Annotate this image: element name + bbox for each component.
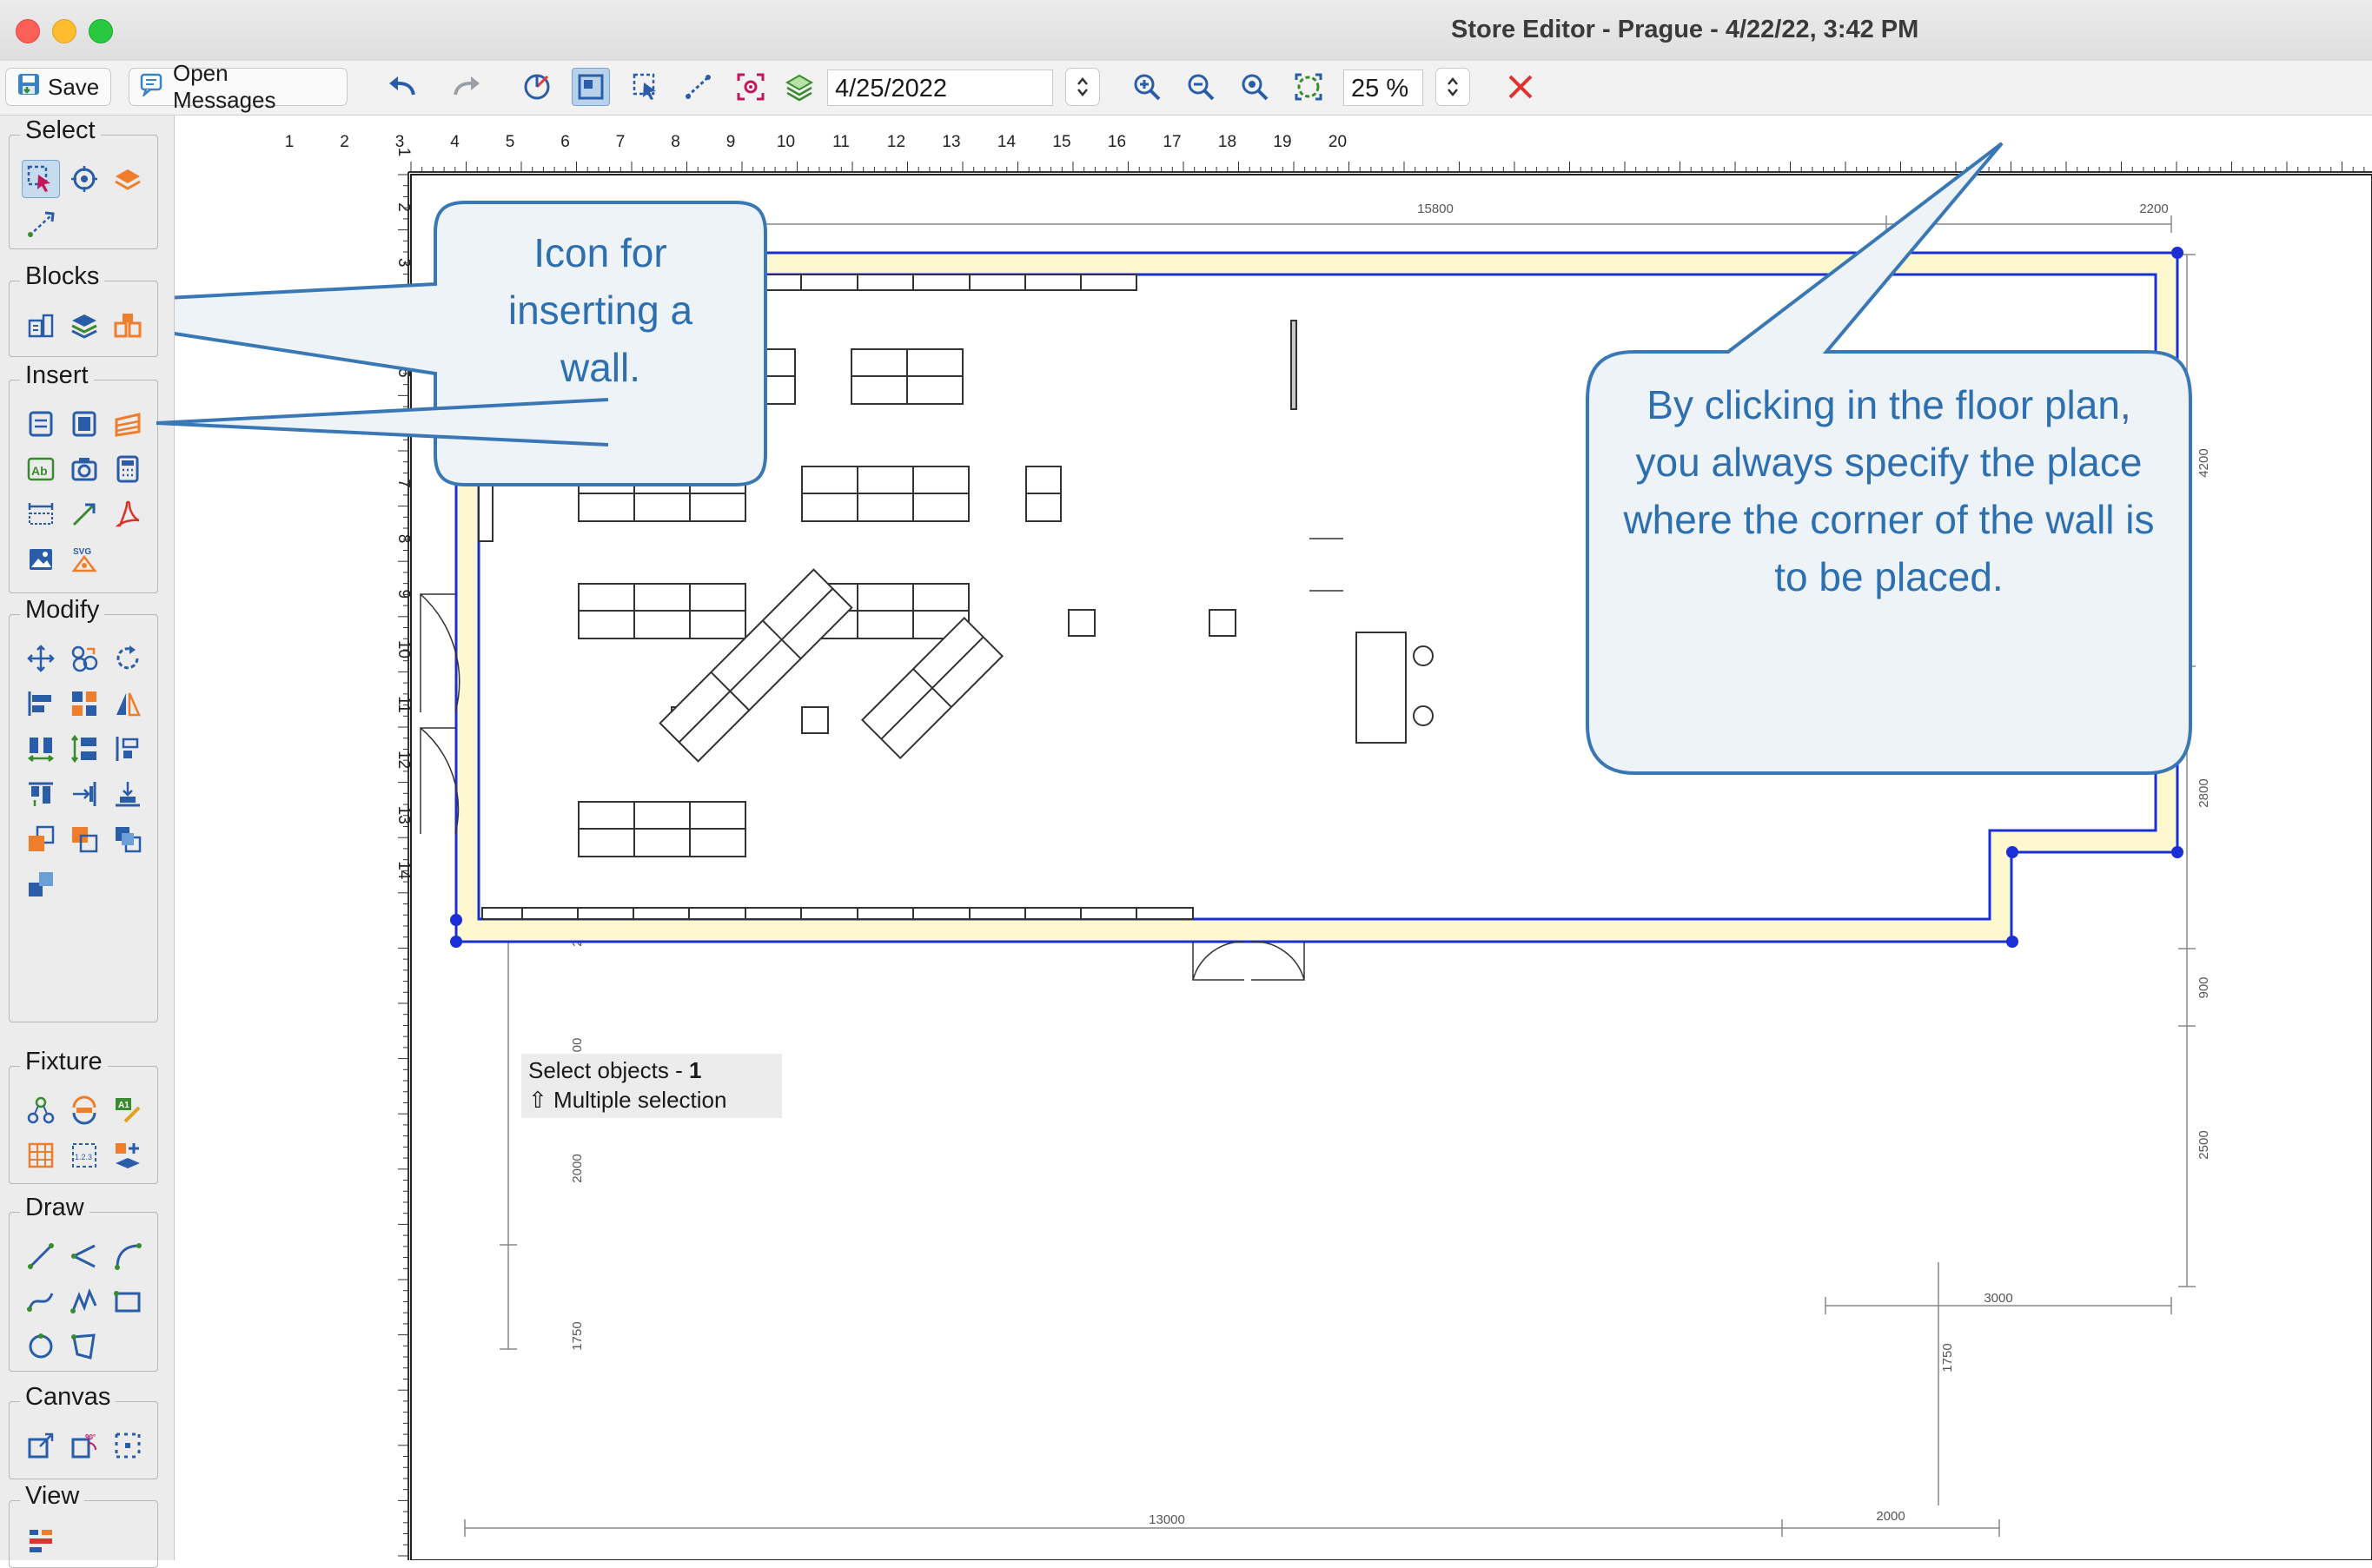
callout-pointer-overlay (156, 398, 609, 447)
selection-tooltip: Select objects - 1 ⇧ Multiple selection (521, 1054, 782, 1118)
tooltip-select-line: Select objects - 1 (528, 1057, 701, 1084)
shift-key-icon: ⇧ (528, 1087, 547, 1113)
tooltip-multiple-line: ⇧ Multiple selection (528, 1087, 726, 1114)
tooltip-select-text: Select objects - (528, 1057, 689, 1083)
tooltip-multiple-text: Multiple selection (553, 1087, 727, 1113)
tooltip-select-count: 1 (688, 1057, 702, 1083)
